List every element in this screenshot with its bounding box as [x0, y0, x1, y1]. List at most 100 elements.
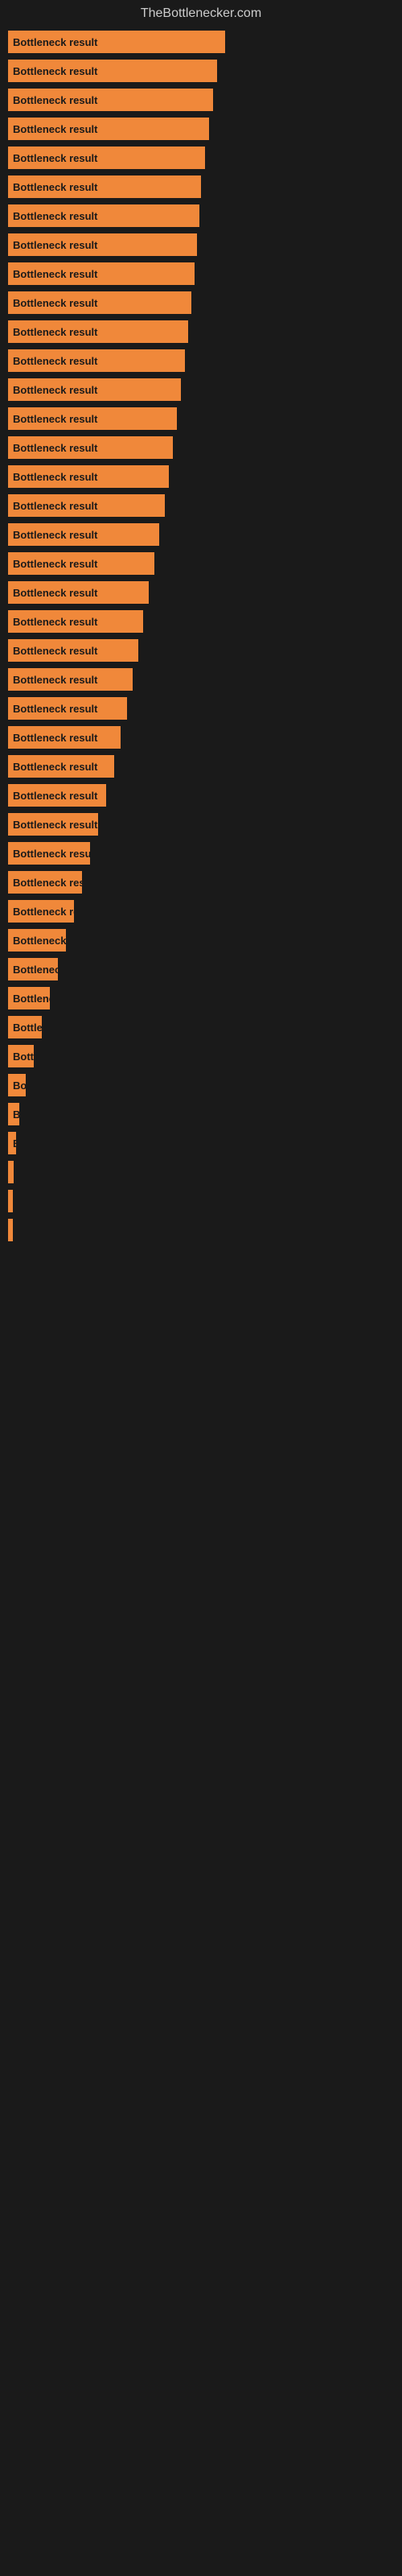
bar-19: Bottleneck result	[8, 581, 149, 604]
bar-label-36: Bo	[13, 1080, 26, 1092]
bar-18: Bottleneck result	[8, 552, 154, 575]
bar-label-19: Bottleneck result	[13, 587, 97, 599]
site-title-text: TheBottlenecker.com	[141, 6, 261, 20]
bar-label-31: Bottleneck result	[13, 935, 66, 947]
site-title: TheBottlenecker.com	[0, 0, 402, 31]
bar-36: Bo	[8, 1074, 26, 1096]
bar-31: Bottleneck result	[8, 929, 66, 952]
bar-row: Bottleneck result	[8, 204, 394, 227]
bar-label-32: Bottleneck result	[13, 964, 58, 976]
bar-row: Bottleneck result	[8, 958, 394, 980]
bar-label-2: Bottleneck result	[13, 94, 97, 106]
bar-row: Bottleneck result	[8, 900, 394, 923]
bar-33: Bottleneck result	[8, 987, 50, 1009]
bar-23: Bottleneck result	[8, 697, 127, 720]
bar-row: Bottleneck result	[8, 784, 394, 807]
bar-22: Bottleneck result	[8, 668, 133, 691]
bar-label-4: Bottleneck result	[13, 152, 97, 164]
bar-label-28: Bottleneck result	[13, 848, 90, 860]
bar-label-21: Bottleneck result	[13, 645, 97, 657]
bar-label-22: Bottleneck result	[13, 674, 97, 686]
bar-row: Bottleneck result	[8, 755, 394, 778]
bar-row: Bottleneck result	[8, 175, 394, 198]
bar-12: Bottleneck result	[8, 378, 181, 401]
bar-label-34: Bottle	[13, 1022, 42, 1034]
bar-41	[8, 1219, 13, 1241]
bar-label-17: Bottleneck result	[13, 529, 97, 541]
bar-row: Bottleneck result	[8, 60, 394, 82]
bar-row: Bottleneck result	[8, 987, 394, 1009]
bar-label-25: Bottleneck result	[13, 761, 97, 773]
bar-row: B	[8, 1103, 394, 1125]
bar-10: Bottleneck result	[8, 320, 188, 343]
bar-8: Bottleneck result	[8, 262, 195, 285]
bar-label-24: Bottleneck result	[13, 732, 97, 744]
bar-4: Bottleneck result	[8, 147, 205, 169]
bar-label-0: Bottleneck result	[13, 36, 97, 48]
bar-row: Bottleneck result	[8, 147, 394, 169]
bar-row: Bottleneck result	[8, 465, 394, 488]
bar-label-26: Bottleneck result	[13, 790, 97, 802]
bar-label-7: Bottleneck result	[13, 239, 97, 251]
bar-11: Bottleneck result	[8, 349, 185, 372]
bar-5: Bottleneck result	[8, 175, 201, 198]
bar-row: Bottleneck result	[8, 378, 394, 401]
bar-label-12: Bottleneck result	[13, 384, 97, 396]
bar-row	[8, 1190, 394, 1212]
bar-row: Bottleneck result	[8, 842, 394, 865]
bar-label-30: Bottleneck result	[13, 906, 74, 918]
bar-label-15: Bottleneck result	[13, 471, 97, 483]
bar-row: Bottleneck result	[8, 697, 394, 720]
bar-38: B	[8, 1132, 16, 1154]
bar-label-14: Bottleneck result	[13, 442, 97, 454]
bar-row: Bottleneck result	[8, 349, 394, 372]
bar-row	[8, 1161, 394, 1183]
bar-27: Bottleneck result	[8, 813, 98, 836]
bar-label-20: Bottleneck result	[13, 616, 97, 628]
bar-25: Bottleneck result	[8, 755, 114, 778]
bar-row: Bottleneck result	[8, 552, 394, 575]
bar-26: Bottleneck result	[8, 784, 106, 807]
bar-label-10: Bottleneck result	[13, 326, 97, 338]
bar-label-33: Bottleneck result	[13, 993, 50, 1005]
bar-row: Bottleneck result	[8, 291, 394, 314]
bar-21: Bottleneck result	[8, 639, 138, 662]
bar-row: Bottleneck result	[8, 436, 394, 459]
bar-1: Bottleneck result	[8, 60, 217, 82]
bar-row: Bo	[8, 1074, 394, 1096]
bars-container: Bottleneck result Bottleneck result Bottle…	[0, 31, 402, 1248]
bar-label-11: Bottleneck result	[13, 355, 97, 367]
bar-37: B	[8, 1103, 19, 1125]
bar-label-38: B	[13, 1137, 16, 1150]
bar-label-6: Bottleneck result	[13, 210, 97, 222]
bar-row: Bottle	[8, 1016, 394, 1038]
bar-row: Bottleneck result	[8, 118, 394, 140]
bar-label-29: Bottleneck result	[13, 877, 82, 889]
bar-row: Bottleneck result	[8, 581, 394, 604]
bar-label-1: Bottleneck result	[13, 65, 97, 77]
bar-row: Bottleneck result	[8, 262, 394, 285]
bar-29: Bottleneck result	[8, 871, 82, 894]
bar-24: Bottleneck result	[8, 726, 121, 749]
bar-row: Bottleneck result	[8, 31, 394, 53]
bar-35: Bott	[8, 1045, 34, 1067]
bar-28: Bottleneck result	[8, 842, 90, 865]
bar-label-16: Bottleneck result	[13, 500, 97, 512]
bar-row: Bottleneck result	[8, 494, 394, 517]
bar-row: Bottleneck result	[8, 233, 394, 256]
bar-15: Bottleneck result	[8, 465, 169, 488]
bar-label-27: Bottleneck result	[13, 819, 97, 831]
bar-label-35: Bott	[13, 1051, 34, 1063]
bar-13: Bottleneck result	[8, 407, 177, 430]
bar-row: Bott	[8, 1045, 394, 1067]
bar-label-8: Bottleneck result	[13, 268, 97, 280]
bar-0: Bottleneck result	[8, 31, 225, 53]
bar-7: Bottleneck result	[8, 233, 197, 256]
bar-3: Bottleneck result	[8, 118, 209, 140]
bar-row: Bottleneck result	[8, 320, 394, 343]
bar-row: Bottleneck result	[8, 407, 394, 430]
bar-row: Bottleneck result	[8, 813, 394, 836]
bar-9: Bottleneck result	[8, 291, 191, 314]
bar-row: Bottleneck result	[8, 929, 394, 952]
bar-label-3: Bottleneck result	[13, 123, 97, 135]
